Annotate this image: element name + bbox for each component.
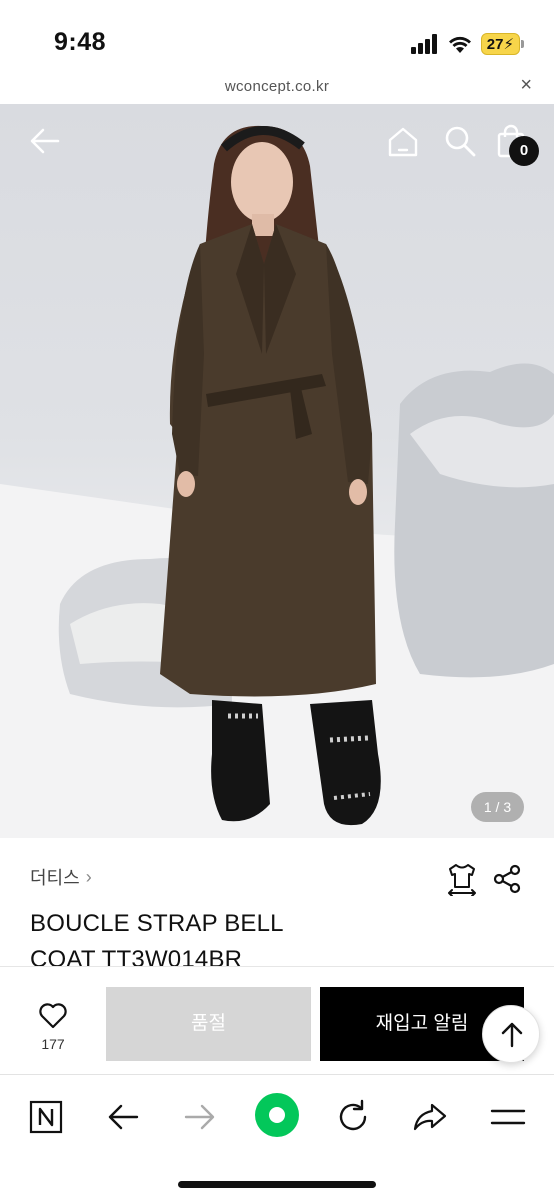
charging-bolt-icon: ⚡: [503, 36, 514, 53]
purchase-action-bar: 177 품절 재입고 알림: [0, 966, 554, 1074]
size-guide-icon[interactable]: [446, 862, 478, 896]
status-bar: 9:48 27⚡: [0, 0, 554, 70]
naver-n-icon[interactable]: [26, 1097, 66, 1137]
battery-cap: [521, 40, 524, 48]
battery-indicator: 27⚡: [480, 33, 524, 55]
search-icon[interactable]: [443, 124, 477, 158]
scroll-to-top-button[interactable]: [482, 1005, 540, 1063]
like-button[interactable]: 177: [22, 1001, 84, 1052]
url-bar[interactable]: wconcept.co.kr ×: [0, 70, 554, 104]
home-indicator: [178, 1181, 376, 1188]
arrow-up-icon[interactable]: [483, 1006, 541, 1064]
soldout-button[interactable]: 품절: [106, 987, 311, 1061]
brand-name[interactable]: 더티스: [30, 864, 80, 890]
browser-toolbar: [0, 1074, 554, 1200]
forward-arrow-icon[interactable]: [180, 1097, 220, 1137]
chevron-right-icon: ›: [85, 866, 92, 887]
green-dot-icon[interactable]: [255, 1093, 299, 1137]
close-icon[interactable]: ×: [520, 74, 532, 97]
arrow-left-icon[interactable]: [28, 124, 62, 158]
status-icons: 27⚡: [410, 30, 524, 58]
home-icon[interactable]: [386, 124, 420, 158]
like-count: 177: [41, 1036, 65, 1052]
heart-icon[interactable]: [38, 1001, 68, 1029]
product-title-line1: BOUCLE STRAP BELL: [30, 910, 284, 937]
back-arrow-icon[interactable]: [103, 1097, 143, 1137]
battery-level: 27⚡: [480, 33, 520, 55]
cart-count-badge[interactable]: 0: [509, 136, 539, 166]
brand-link[interactable]: 더티스 ›: [30, 864, 92, 890]
image-page-indicator: 1 / 3: [471, 792, 524, 822]
url-text[interactable]: wconcept.co.kr: [0, 78, 554, 95]
menu-icon[interactable]: [488, 1097, 528, 1137]
wifi-icon: [448, 36, 471, 53]
status-time: 9:48: [54, 28, 107, 56]
product-photo: [0, 125, 554, 838]
refresh-icon[interactable]: [333, 1097, 373, 1137]
share-icon[interactable]: [492, 864, 522, 894]
signal-icon: [410, 34, 437, 54]
battery-percent: 27: [486, 36, 504, 53]
product-image-gallery[interactable]: 0 1 / 3: [0, 104, 554, 838]
share-arrow-icon[interactable]: [410, 1097, 450, 1137]
